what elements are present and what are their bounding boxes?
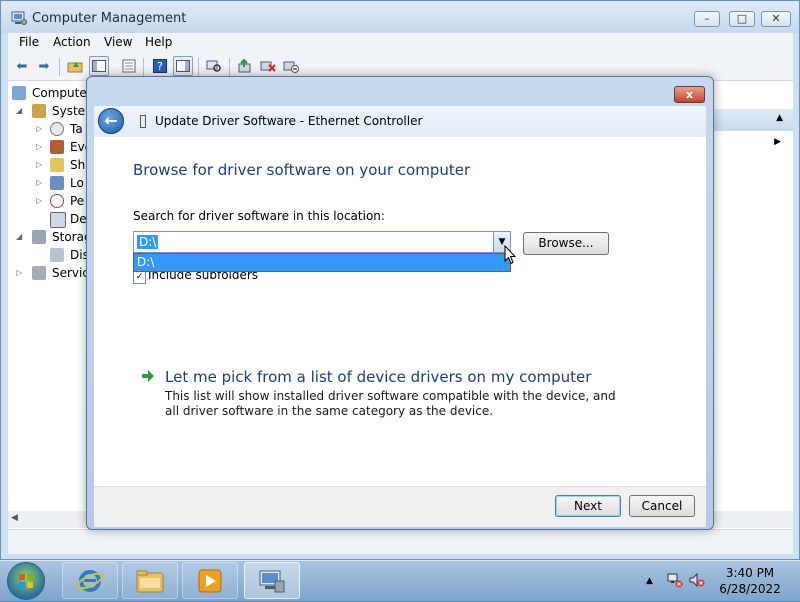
green-arrow-icon [142, 370, 154, 382]
windows-explorer-icon [136, 570, 164, 592]
media-player-icon [198, 569, 222, 592]
services-icon [32, 266, 46, 280]
help-icon[interactable]: ? [150, 56, 170, 76]
dialog-body: Browse for driver software on your compu… [94, 137, 706, 486]
computer-management-icon [259, 570, 285, 592]
pick-from-list-title[interactable]: Let me pick from a list of device driver… [165, 368, 591, 386]
menu-action[interactable]: Action [53, 35, 91, 49]
minimize-button[interactable]: – [694, 11, 720, 27]
search-location-combobox[interactable]: D:\ ▼ [133, 231, 511, 253]
performance-icon [50, 194, 64, 208]
title-bar[interactable]: Computer Management – □ ✕ [1, 1, 799, 33]
show-hidden-icons-arrow-icon[interactable]: ▲ [646, 576, 653, 586]
svg-text:?: ? [157, 60, 163, 73]
collapse-up-icon[interactable]: ▲ [776, 113, 783, 123]
menu-help[interactable]: Help [145, 35, 172, 49]
update-driver-dialog: x ← Update Driver Software - Ethernet Co… [86, 76, 714, 530]
up-folder-icon[interactable] [65, 56, 85, 76]
toolbar-separator [143, 58, 144, 76]
disk-icon [50, 248, 64, 262]
taskbar-windows-explorer[interactable] [122, 562, 178, 599]
taskbar-computer-management[interactable] [244, 562, 300, 599]
clock-icon [50, 122, 64, 136]
windows-logo-icon [19, 574, 33, 588]
device-icon [140, 115, 146, 128]
start-button[interactable] [7, 562, 45, 600]
expand-arrow-icon[interactable]: ▷ [16, 268, 26, 277]
collapse-arrow-icon[interactable]: ◢ [16, 106, 26, 115]
update-driver-icon[interactable] [235, 56, 255, 76]
show-hide-console-tree-icon[interactable] [89, 56, 109, 76]
window-title: Computer Management [32, 11, 187, 26]
clock-time[interactable]: 3:40 PM [710, 566, 790, 580]
browse-button[interactable]: Browse... [523, 232, 609, 255]
volume-muted-icon[interactable] [689, 572, 705, 588]
disable-device-icon[interactable] [281, 56, 301, 76]
toolbar-separator [59, 58, 60, 76]
expand-arrow-icon[interactable]: ▷ [36, 196, 46, 205]
dialog-footer: Next Cancel [94, 486, 706, 527]
properties-sheet-icon[interactable] [119, 56, 139, 76]
device-manager-icon [50, 212, 66, 228]
actions-pane: ▲ ▶ [713, 81, 793, 529]
toolbar-separator [198, 58, 199, 76]
menu-view[interactable]: View [104, 35, 132, 49]
status-bar [8, 529, 793, 554]
mouse-cursor-icon [504, 245, 516, 265]
expand-arrow-icon[interactable]: ▷ [36, 142, 46, 151]
event-viewer-icon [50, 140, 64, 154]
back-arrow-icon[interactable]: ⬅ [12, 56, 32, 76]
dropdown-option[interactable]: D:\ [134, 254, 510, 271]
cancel-button[interactable]: Cancel [629, 495, 695, 517]
console-tree: Computer ◢ System ▷ Ta ▷ Eve ▷ Sh ▷ Lo ▷… [8, 81, 97, 529]
maximize-button[interactable]: □ [729, 11, 755, 27]
expand-arrow-icon[interactable]: ▷ [36, 160, 46, 169]
dialog-title: Update Driver Software - Ethernet Contro… [155, 114, 423, 128]
expand-arrow-icon[interactable]: ▷ [36, 178, 46, 187]
users-icon [50, 176, 64, 190]
computer-management-icon [11, 11, 27, 25]
actions-header[interactable]: ▲ [713, 109, 793, 131]
tools-icon [32, 104, 46, 118]
back-arrow-icon[interactable]: ← [98, 108, 124, 134]
path-value[interactable]: D:\ [137, 235, 159, 249]
pick-from-list-description: This list will show installed driver sof… [165, 389, 616, 418]
action-pane-icon[interactable] [173, 56, 193, 76]
path-dropdown-list: D:\ [133, 253, 511, 272]
uninstall-device-icon[interactable] [258, 56, 278, 76]
taskbar: ▲ 3:40 PM 6/28/2022 [0, 560, 800, 601]
taskbar-internet-explorer[interactable] [62, 562, 118, 599]
pick-from-list-link[interactable]: Let me pick from a list of device driver… [141, 367, 641, 427]
search-location-label: Search for driver software in this locat… [133, 209, 385, 223]
dialog-heading: Browse for driver software on your compu… [133, 161, 471, 179]
storage-icon [32, 230, 46, 244]
close-button[interactable]: ✕ [761, 11, 791, 27]
collapse-arrow-icon[interactable]: ◢ [16, 232, 26, 241]
scroll-left-icon[interactable]: ◀ [11, 513, 18, 523]
dialog-header: ← Update Driver Software - Ethernet Cont… [94, 106, 706, 137]
scan-hardware-icon[interactable] [204, 56, 224, 76]
expand-arrow-icon[interactable]: ▷ [36, 124, 46, 133]
forward-arrow-icon[interactable]: ➡ [34, 56, 54, 76]
network-disconnected-icon[interactable] [667, 572, 683, 588]
menu-bar: File Action View Help [8, 33, 793, 53]
menu-file[interactable]: File [19, 35, 39, 49]
internet-explorer-icon [77, 569, 103, 592]
checkbox-checked-icon[interactable]: ✓ [133, 271, 146, 284]
dialog-close-button[interactable]: x [674, 86, 705, 103]
clock-date[interactable]: 6/28/2022 [710, 582, 790, 596]
computer-icon [12, 86, 26, 100]
toolbar-separator [229, 58, 230, 76]
more-actions-arrow-icon[interactable]: ▶ [774, 137, 781, 147]
next-button[interactable]: Next [555, 495, 621, 517]
shared-folders-icon [50, 158, 64, 172]
taskbar-media-player[interactable] [182, 562, 238, 599]
